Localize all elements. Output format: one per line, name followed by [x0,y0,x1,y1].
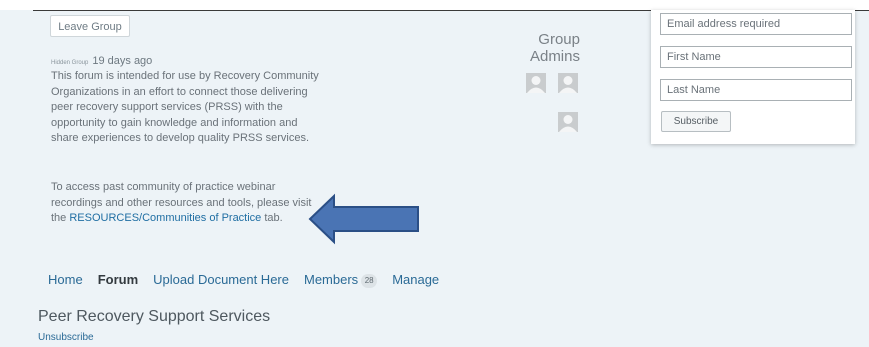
group-nav-tabs: Home Forum Upload Document Here Members 2… [48,272,454,288]
forum-title: Peer Recovery Support Services [38,308,271,325]
tab-forum[interactable]: Forum [98,272,138,287]
last-name-field[interactable]: Last Name [660,79,852,101]
admin-avatar[interactable] [526,73,546,93]
user-silhouette-icon [558,112,578,132]
members-count-badge: 28 [361,273,378,288]
subscribe-button[interactable]: Subscribe [661,111,731,132]
admin-avatar[interactable] [558,73,578,93]
tab-upload-document[interactable]: Upload Document Here [153,272,289,287]
unsubscribe-link[interactable]: Unsubscribe [38,332,94,343]
group-description: This forum is intended for use by Recove… [51,70,319,144]
admin-avatar[interactable] [558,112,578,132]
group-age: 19 days ago [92,55,153,67]
tab-members[interactable]: Members 28 [304,272,378,288]
newsletter-signup-form: Email address required First Name Last N… [651,10,855,144]
group-meta: Hidden Group 19 days ago [51,55,152,67]
email-field[interactable]: Email address required [660,13,852,35]
user-silhouette-icon [558,73,578,93]
group-admins-title: Group Admins [529,31,580,65]
group-access-note: To access past community of practice web… [51,180,321,227]
tab-home[interactable]: Home [48,272,83,287]
tab-manage[interactable]: Manage [392,272,439,287]
left-arrow-annotation [308,193,422,250]
resources-link[interactable]: RESOURCES/Communities of Practice [69,212,261,224]
access-note-suffix: tab. [261,212,283,224]
hidden-group-tag: Hidden Group [51,60,89,66]
tab-members-label: Members [304,272,359,287]
first-name-field[interactable]: First Name [660,46,852,68]
user-silhouette-icon [526,73,546,93]
leave-group-button[interactable]: Leave Group [50,15,130,37]
